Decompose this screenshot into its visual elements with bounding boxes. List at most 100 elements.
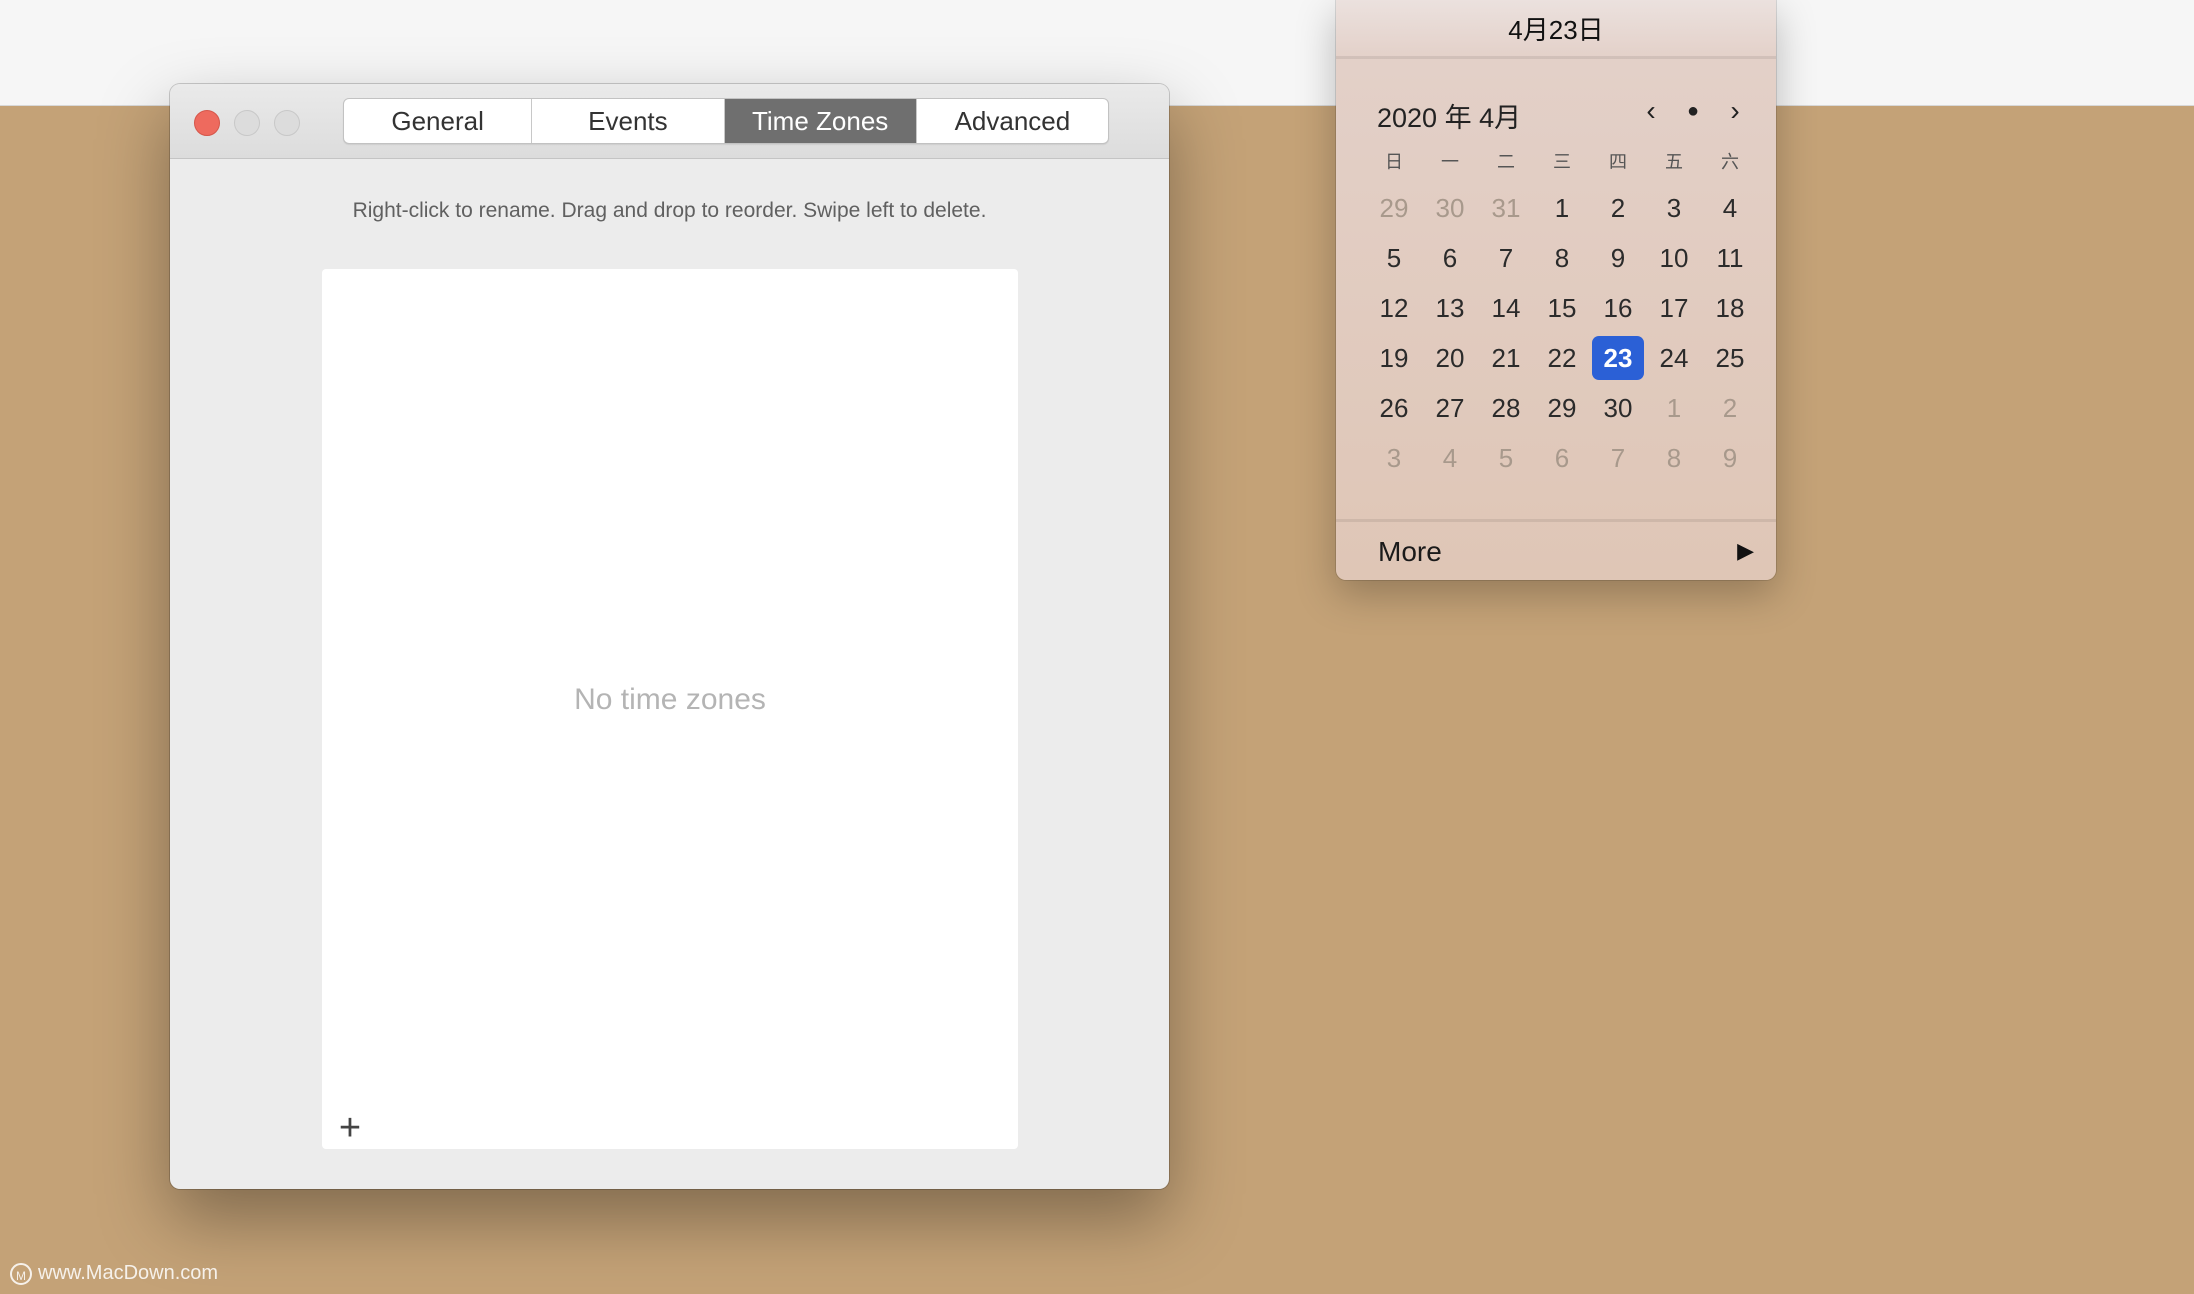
triangle-right-icon: ▶ (1737, 538, 1754, 563)
day-cell[interactable]: 9 (1590, 238, 1646, 288)
day-number: 11 (1716, 243, 1744, 273)
day-number: 17 (1659, 293, 1689, 323)
day-cell[interactable]: 12 (1366, 288, 1422, 338)
day-number: 3 (1386, 443, 1402, 473)
day-cell[interactable]: 26 (1366, 388, 1422, 438)
month-label: 2020 年 4月 (1377, 103, 1522, 133)
day-number: 20 (1435, 343, 1465, 373)
day-cell[interactable]: 24 (1646, 338, 1702, 388)
today-dot-icon[interactable]: ● (1678, 94, 1708, 128)
day-cell[interactable]: 17 (1646, 288, 1702, 338)
day-cell[interactable]: 11 (1702, 238, 1758, 288)
weekday-label: 六 (1721, 152, 1739, 172)
day-cell[interactable]: 15 (1534, 288, 1590, 338)
day-cell[interactable]: 28 (1478, 388, 1534, 438)
day-number: 23 (1592, 336, 1644, 380)
day-cell[interactable]: 29 (1366, 188, 1422, 238)
zoom-button[interactable] (274, 110, 300, 136)
chevron-left-icon[interactable]: ‹ (1636, 94, 1666, 128)
day-cell[interactable]: 19 (1366, 338, 1422, 388)
days-grid: 29 30 31 1 2 3 4 5 6 7 8 9 10 11 12 13 14 15 16 17 18 19 20 21 2… (1366, 188, 1758, 488)
day-cell[interactable]: 9 (1702, 438, 1758, 488)
day-number: 6 (1442, 243, 1458, 273)
day-number: 4 (1722, 193, 1738, 223)
day-cell[interactable]: 29 (1534, 388, 1590, 438)
day-number: 19 (1379, 343, 1409, 373)
day-cell[interactable]: 1 (1534, 188, 1590, 238)
day-cell[interactable]: 2 (1590, 188, 1646, 238)
day-cell[interactable]: 3 (1646, 188, 1702, 238)
day-cell[interactable]: 4 (1422, 438, 1478, 488)
day-cell[interactable]: 16 (1590, 288, 1646, 338)
more-label: More (1378, 536, 1442, 567)
day-cell[interactable]: 13 (1422, 288, 1478, 338)
day-cell[interactable]: 5 (1366, 238, 1422, 288)
day-number: 26 (1379, 393, 1409, 423)
day-number: 8 (1666, 443, 1682, 473)
macdown-logo-icon: M (10, 1262, 32, 1285)
chevron-right-icon[interactable]: › (1720, 94, 1750, 128)
empty-state-text: No time zones (574, 683, 766, 716)
day-number: 7 (1610, 443, 1626, 473)
day-cell[interactable]: 8 (1646, 438, 1702, 488)
day-number: 31 (1491, 193, 1521, 223)
more-menu-item[interactable]: More ▶ (1336, 522, 1776, 580)
tab-events[interactable]: Events (532, 99, 725, 143)
weekday-label: 二 (1497, 152, 1515, 172)
day-cell[interactable]: 20 (1422, 338, 1478, 388)
day-cell[interactable]: 31 (1478, 188, 1534, 238)
day-number: 30 (1435, 193, 1465, 223)
day-cell[interactable]: 14 (1478, 288, 1534, 338)
day-number: 16 (1603, 293, 1633, 323)
weekday-label: 四 (1609, 152, 1627, 172)
day-cell[interactable]: 7 (1478, 238, 1534, 288)
close-button[interactable] (194, 110, 220, 136)
day-cell[interactable]: 3 (1366, 438, 1422, 488)
day-cell[interactable]: 30 (1590, 388, 1646, 438)
day-number: 8 (1554, 243, 1570, 273)
day-cell[interactable]: 2 (1702, 388, 1758, 438)
day-cell[interactable]: 4 (1702, 188, 1758, 238)
selected-day-cell[interactable]: 23 (1590, 336, 1646, 388)
day-cell[interactable]: 6 (1422, 238, 1478, 288)
minimize-button[interactable] (234, 110, 260, 136)
day-number: 15 (1547, 293, 1577, 323)
day-cell[interactable]: 6 (1534, 438, 1590, 488)
day-number: 2 (1610, 193, 1626, 223)
day-number: 30 (1603, 393, 1633, 423)
day-number: 9 (1722, 443, 1738, 473)
day-number: 1 (1554, 193, 1570, 223)
day-cell[interactable]: 21 (1478, 338, 1534, 388)
divider (1336, 56, 1776, 59)
day-cell[interactable]: 30 (1422, 188, 1478, 238)
preferences-tabs: General Events Time Zones Advanced (343, 98, 1109, 144)
day-cell[interactable]: 10 (1646, 238, 1702, 288)
day-cell[interactable]: 27 (1422, 388, 1478, 438)
time-zones-list[interactable]: No time zones + (322, 269, 1018, 1149)
day-number: 6 (1554, 443, 1570, 473)
day-number: 21 (1491, 343, 1521, 373)
day-number: 10 (1659, 243, 1689, 273)
add-time-zone-button[interactable]: + (332, 1109, 368, 1147)
tab-general[interactable]: General (344, 99, 533, 143)
day-number: 25 (1715, 343, 1745, 373)
day-number: 5 (1498, 443, 1514, 473)
day-number: 13 (1435, 293, 1465, 323)
day-cell[interactable]: 8 (1534, 238, 1590, 288)
day-cell[interactable]: 1 (1646, 388, 1702, 438)
weekday-label: 三 (1553, 152, 1571, 172)
watermark: M www.MacDown.com (10, 1262, 218, 1285)
weekday-header-row: 日一二三四五六 (1366, 150, 1758, 174)
day-cell[interactable]: 22 (1534, 338, 1590, 388)
day-cell[interactable]: 7 (1590, 438, 1646, 488)
current-date-header: 4月23日 (1508, 15, 1604, 45)
day-cell[interactable]: 18 (1702, 288, 1758, 338)
day-cell[interactable]: 5 (1478, 438, 1534, 488)
day-number: 24 (1659, 343, 1689, 373)
tab-advanced[interactable]: Advanced (917, 99, 1108, 143)
day-cell[interactable]: 25 (1702, 338, 1758, 388)
day-number: 12 (1379, 293, 1409, 323)
day-number: 22 (1547, 343, 1577, 373)
day-number: 29 (1547, 393, 1577, 423)
tab-time-zones[interactable]: Time Zones (724, 99, 917, 143)
